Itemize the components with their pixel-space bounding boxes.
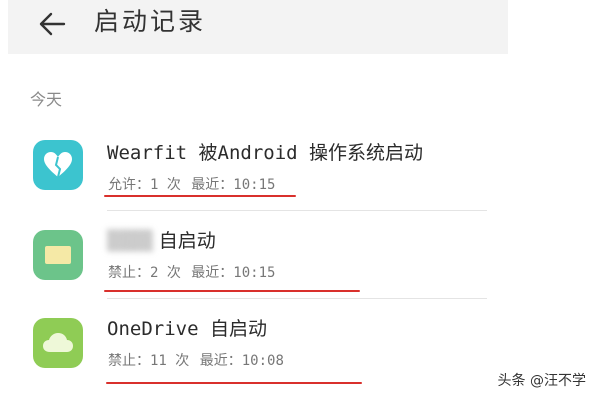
cloud-app-icon <box>33 318 83 368</box>
blurred-app-name: ▒▒▒▒ <box>107 230 153 252</box>
recent-time: 最近：10:15 <box>191 265 276 281</box>
list-divider <box>107 298 487 299</box>
recent-time: 最近：10:15 <box>191 177 276 193</box>
back-button[interactable] <box>32 6 72 42</box>
red-underline-annotation <box>104 195 296 197</box>
news-app-icon <box>33 230 83 280</box>
section-label-today: 今天 <box>30 90 63 109</box>
red-underline-annotation <box>106 382 362 384</box>
page-title: 启动记录 <box>94 7 207 36</box>
red-underline-annotation <box>104 290 360 292</box>
list-divider <box>107 210 487 211</box>
list-item-wearfit[interactable]: Wearfit 被Android 操作系统启动 允许：1 次 最近：10:15 <box>0 128 600 212</box>
list-item-blurred-app[interactable]: ▒▒▒▒ 自启动 禁止：2 次 最近：10:15 <box>0 214 600 298</box>
launch-status: 禁止：2 次 <box>108 265 181 281</box>
item-subtitle: 禁止：2 次 最近：10:15 <box>108 262 277 282</box>
item-title: OneDrive 自启动 <box>107 318 267 340</box>
item-title: ▒▒▒▒ 自启动 <box>107 226 216 253</box>
heart-app-icon <box>33 140 83 190</box>
back-arrow-icon <box>39 12 66 36</box>
launch-status: 允许：1 次 <box>108 177 181 193</box>
launch-status: 禁止：11 次 <box>108 353 190 369</box>
app-header: 启动记录 <box>8 0 508 54</box>
item-subtitle: 允许：1 次 最近：10:15 <box>108 174 277 194</box>
item-title: Wearfit 被Android 操作系统启动 <box>107 142 424 164</box>
watermark: 头条 @汪不学 <box>497 373 586 389</box>
recent-time: 最近：10:08 <box>199 353 284 369</box>
item-title-suffix: 自启动 <box>158 230 216 252</box>
item-subtitle: 禁止：11 次 最近：10:08 <box>108 350 286 370</box>
